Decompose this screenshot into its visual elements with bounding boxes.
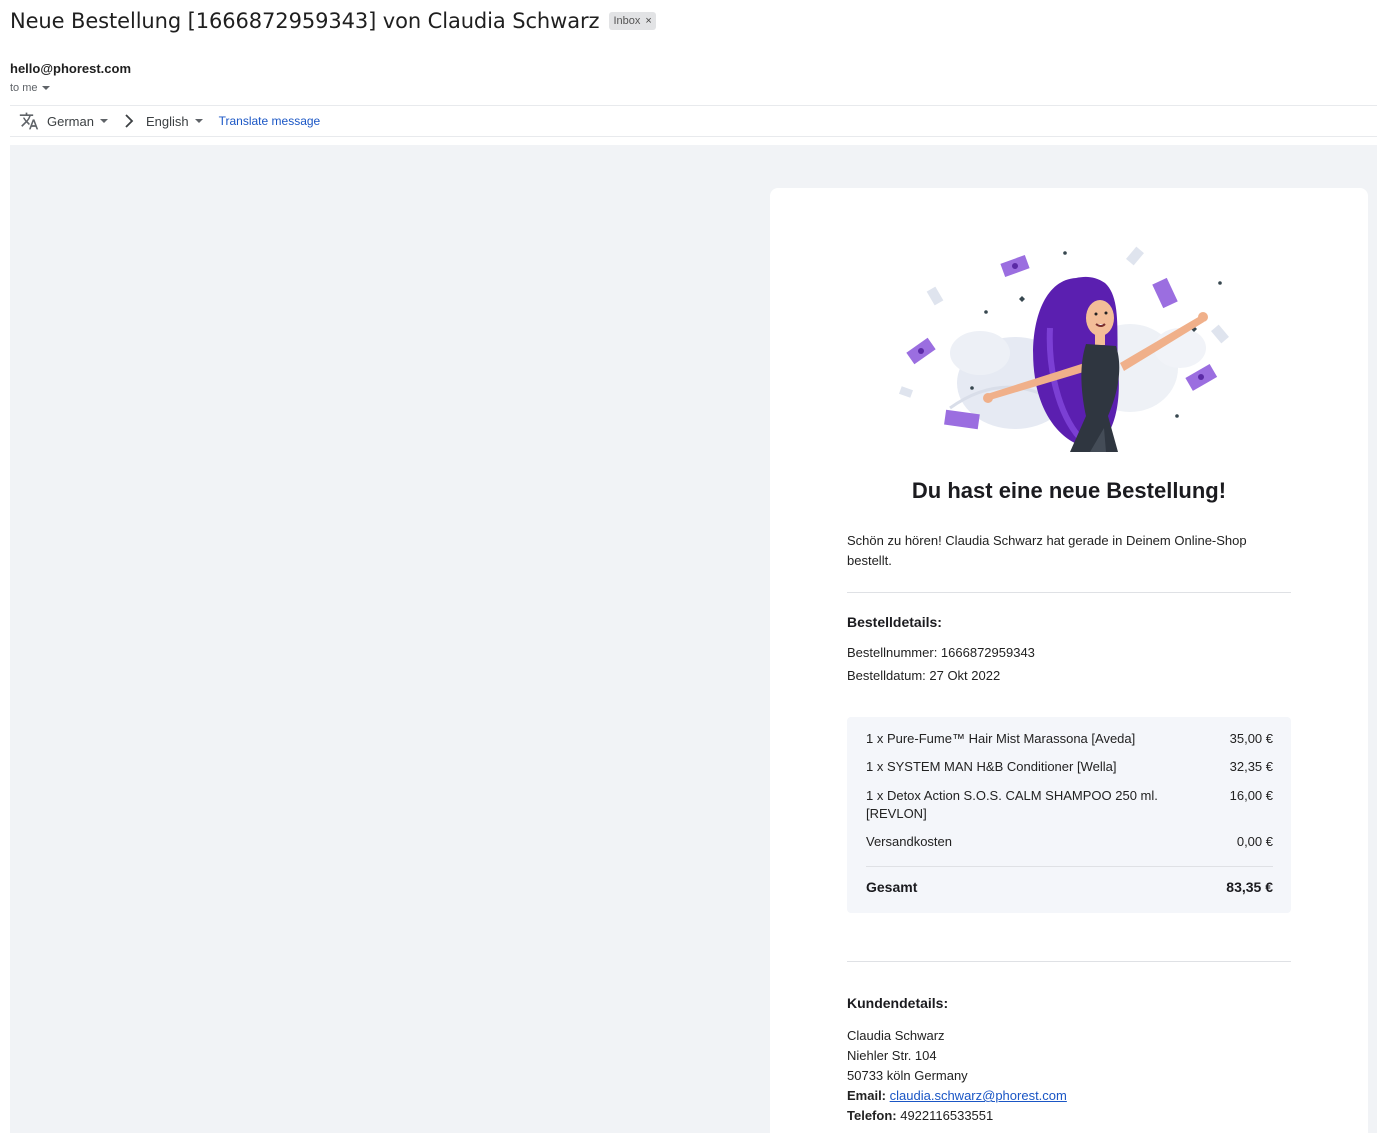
customer-email-label: Email: xyxy=(847,1088,887,1103)
customer-details: Claudia Schwarz Niehler Str. 104 50733 k… xyxy=(847,1026,1067,1126)
item-price: 35,00 € xyxy=(1229,731,1273,746)
divider xyxy=(866,866,1273,867)
chevron-down-icon xyxy=(99,119,108,123)
shipping-row: Versandkosten 0,00 € xyxy=(866,833,1273,851)
celebration-illustration xyxy=(898,246,1229,452)
shipping-label: Versandkosten xyxy=(866,834,953,849)
translate-message-link[interactable]: Translate message xyxy=(219,114,321,128)
chevron-down-icon xyxy=(194,119,203,123)
item-price: 16,00 € xyxy=(1229,788,1273,803)
customer-street: Niehler Str. 104 xyxy=(847,1048,937,1063)
remove-label-icon[interactable]: × xyxy=(645,15,651,27)
customer-phone-label: Telefon: xyxy=(847,1108,897,1123)
order-email-card: Du hast eine neue Bestellung! Schön zu h… xyxy=(770,188,1368,1148)
order-item-row: 1 x SYSTEM MAN H&B Conditioner [Wella] 3… xyxy=(866,758,1273,776)
item-name: 1 x SYSTEM MAN H&B Conditioner [Wella] xyxy=(866,759,1117,774)
source-language-label: German xyxy=(47,113,94,129)
inbox-label-chip[interactable]: Inbox × xyxy=(609,12,656,30)
customer-phone-line: Telefon: 4922116533551 xyxy=(847,1106,1067,1126)
translate-bar: German English Translate message xyxy=(10,105,1377,137)
recipient-details-toggle[interactable]: to me xyxy=(10,82,50,94)
order-details-title: Bestelldetails: xyxy=(847,614,942,630)
order-item-row: 1 x Detox Action S.O.S. CALM SHAMPOO 250… xyxy=(866,787,1273,823)
inbox-label-text: Inbox xyxy=(613,15,641,27)
arrow-right-icon xyxy=(124,114,134,128)
order-date: Bestelldatum: 27 Okt 2022 xyxy=(847,668,1001,683)
shipping-price: 0,00 € xyxy=(1236,834,1273,849)
divider xyxy=(847,961,1291,962)
order-number: Bestellnummer: 1666872959343 xyxy=(847,645,1035,660)
email-intro: Schön zu hören! Claudia Schwarz hat gera… xyxy=(847,533,1247,568)
chevron-down-icon xyxy=(41,86,50,90)
email-headline: Du hast eine neue Bestellung! xyxy=(911,478,1227,503)
source-language-select[interactable]: German xyxy=(47,114,108,129)
customer-email-line: Email: claudia.schwarz@phorest.com xyxy=(847,1086,1067,1106)
translate-icon xyxy=(19,112,39,130)
total-label: Gesamt xyxy=(866,879,918,895)
customer-city: 50733 köln Germany xyxy=(847,1068,968,1083)
total-value: 83,35 € xyxy=(1226,879,1273,895)
total-row: Gesamt 83,35 € xyxy=(866,879,1273,895)
item-name: 1 x Pure-Fume™ Hair Mist Marassona [Aved… xyxy=(866,731,1136,746)
subject-row: Neue Bestellung [1666872959343] von Clau… xyxy=(10,6,656,36)
customer-details-title: Kundendetails: xyxy=(847,995,949,1011)
divider xyxy=(847,592,1291,593)
customer-email-link[interactable]: claudia.schwarz@phorest.com xyxy=(890,1088,1067,1103)
sender-address: hello@phorest.com xyxy=(10,61,132,76)
target-language-select[interactable]: English xyxy=(146,114,203,129)
order-item-row: 1 x Pure-Fume™ Hair Mist Marassona [Aved… xyxy=(866,730,1273,748)
order-items-box: 1 x Pure-Fume™ Hair Mist Marassona [Aved… xyxy=(847,717,1291,913)
item-name: 1 x Detox Action S.O.S. CALM SHAMPOO 250… xyxy=(866,788,1158,821)
customer-name: Claudia Schwarz xyxy=(847,1028,945,1043)
item-price: 32,35 € xyxy=(1229,759,1273,774)
customer-phone: 4922116533551 xyxy=(900,1108,994,1123)
email-subject: Neue Bestellung [1666872959343] von Clau… xyxy=(10,9,600,33)
recipient-label: to me xyxy=(10,82,38,94)
target-language-label: English xyxy=(145,113,189,129)
